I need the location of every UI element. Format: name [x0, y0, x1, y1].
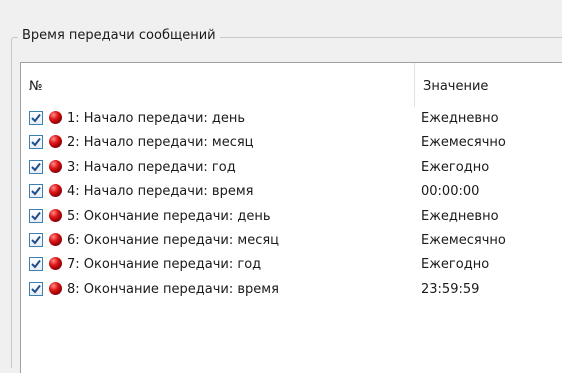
row-label: 3: Начало передачи: год [67, 159, 236, 175]
checkmark-icon [31, 113, 41, 123]
checkmark-icon [31, 211, 41, 221]
row-checkbox[interactable] [29, 111, 43, 125]
row-value[interactable]: 23:59:59 [421, 278, 479, 302]
row-checkbox[interactable] [29, 257, 43, 272]
checkmark-icon [31, 235, 41, 245]
checkmark-icon [31, 260, 41, 269]
checkmark-icon [31, 187, 41, 196]
row-label: 5: Окончание передачи: день [67, 208, 271, 224]
checkmark-icon [31, 284, 41, 294]
row-checkbox[interactable] [29, 208, 43, 223]
row-checkbox[interactable] [29, 184, 43, 199]
row-label: 4: Начало передачи: время [67, 184, 254, 200]
table-rows: 1: Начало передачи: день Ежедневно 2: На… [21, 107, 562, 302]
checkmark-icon [31, 162, 41, 172]
row-checkbox[interactable] [29, 281, 43, 296]
table-row[interactable]: 8: Окончание передачи: время 23:59:59 [21, 278, 562, 302]
row-value[interactable]: Ежегодно [421, 156, 489, 180]
row-label: 2: Начало передачи: месяц [67, 135, 254, 151]
row-value[interactable]: Ежедневно [421, 205, 499, 229]
table-row[interactable]: 4: Начало передачи: время 00:00:00 [21, 180, 562, 204]
groupbox-title: Время передачи сообщений [18, 27, 220, 45]
table-row[interactable]: 1: Начало передачи: день Ежедневно [21, 107, 562, 131]
row-value[interactable]: Ежегодно [421, 253, 489, 277]
table-row[interactable]: 7: Окончание передачи: год Ежегодно [21, 253, 562, 277]
row-label: 8: Окончание передачи: время [67, 281, 279, 297]
red-ball-icon [49, 159, 62, 173]
row-checkbox[interactable] [29, 159, 43, 174]
red-ball-icon [49, 281, 62, 295]
column-header-value[interactable]: Значение [423, 63, 488, 107]
red-ball-icon [49, 184, 62, 198]
red-ball-icon [49, 135, 62, 149]
row-label: 7: Окончание передачи: год [67, 257, 262, 273]
table-row[interactable]: 2: Начало передачи: месяц Ежемесячно [21, 131, 562, 155]
row-value[interactable]: Ежемесячно [421, 229, 506, 253]
column-header-number[interactable]: № [29, 63, 43, 107]
table-header: № Значение [21, 63, 562, 107]
checkmark-icon [31, 138, 41, 147]
table-row[interactable]: 6: Окончание передачи: месяц Ежемесячно [21, 229, 562, 253]
table-row[interactable]: 5: Окончание передачи: день Ежедневно [21, 205, 562, 229]
row-checkbox[interactable] [29, 232, 43, 247]
column-divider[interactable] [414, 63, 415, 107]
row-label: 1: Начало передачи: день [67, 111, 246, 126]
row-checkbox[interactable] [29, 135, 43, 150]
red-ball-icon [49, 111, 62, 124]
row-value[interactable]: 00:00:00 [421, 180, 479, 204]
table-row[interactable]: 3: Начало передачи: год Ежегодно [21, 156, 562, 180]
red-ball-icon [49, 232, 62, 246]
row-value[interactable]: Ежедневно [421, 107, 499, 131]
red-ball-icon [49, 208, 62, 222]
messages-time-table[interactable]: № Значение 1: Начало передачи: день Ежед… [20, 62, 562, 373]
row-label: 6: Окончание передачи: месяц [67, 232, 280, 248]
row-value[interactable]: Ежемесячно [421, 131, 506, 155]
red-ball-icon [49, 257, 62, 271]
